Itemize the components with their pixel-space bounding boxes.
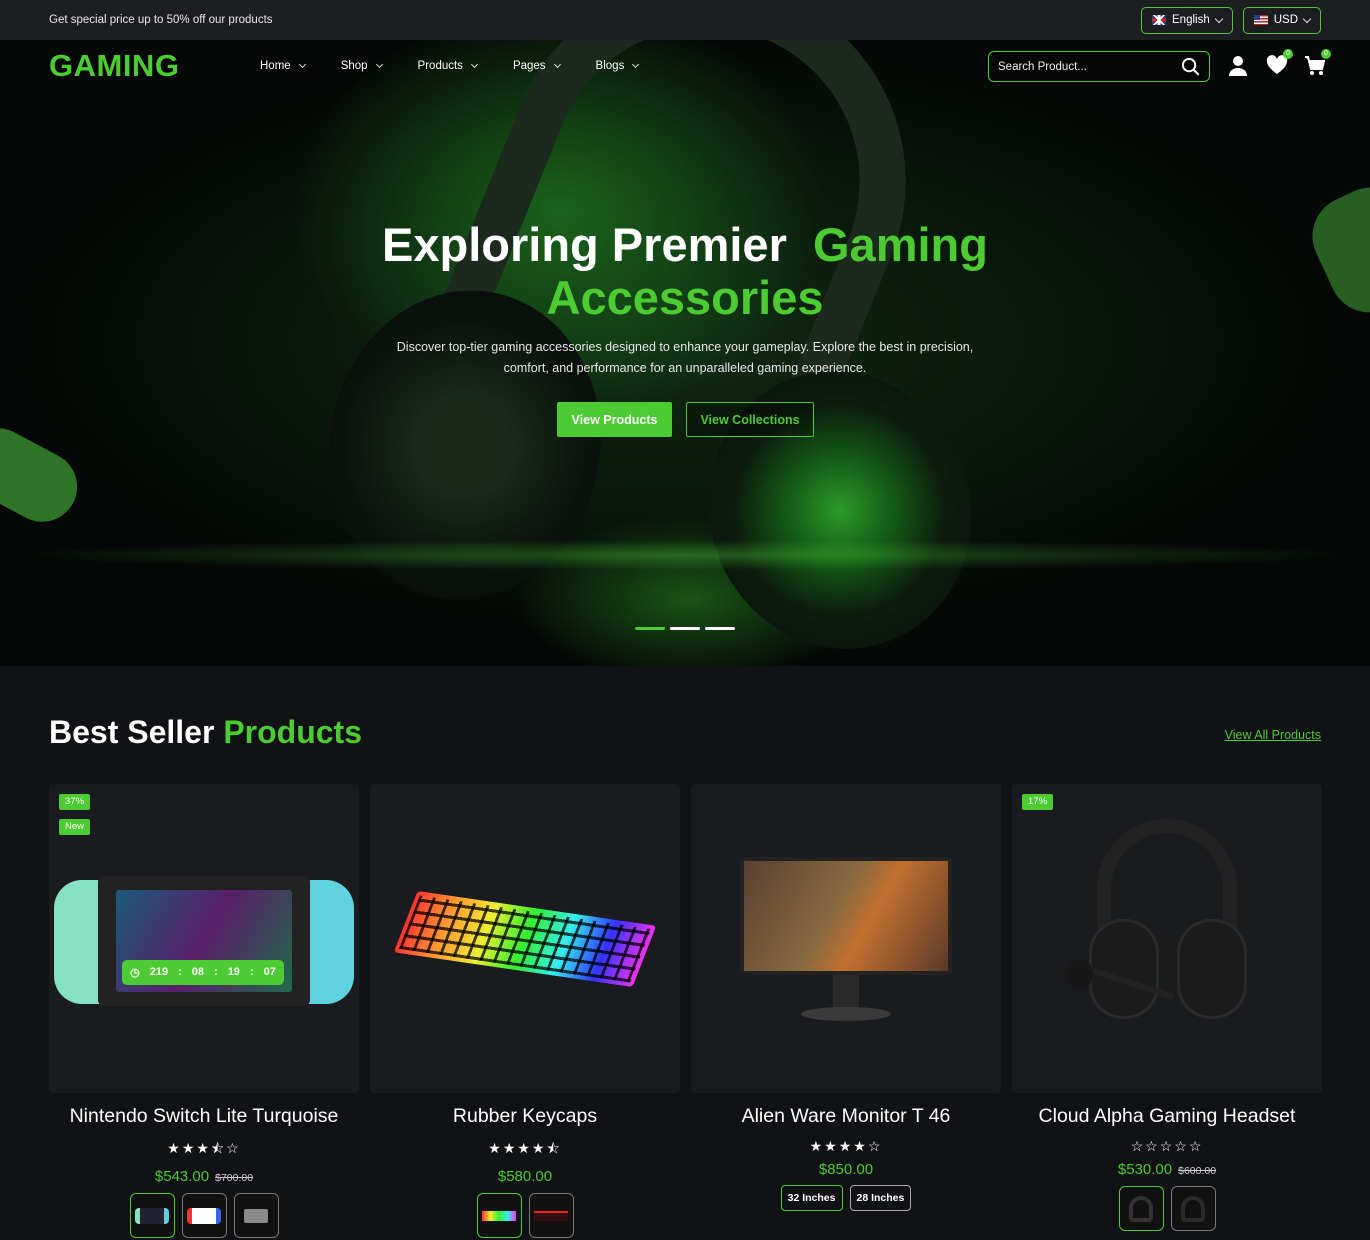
countdown-timer: ◷ 219: 08: 19: 07 [122, 959, 284, 985]
nav-item-pages[interactable]: Pages [513, 60, 561, 72]
rating-stars: ★★★★⯪ [488, 1140, 562, 1156]
hero-banner: GAMING Home Shop Products Pages Blogs 0 … [0, 40, 1370, 666]
chevron-down-icon [1214, 14, 1223, 23]
chevron-down-icon [1302, 14, 1312, 23]
nav-menu: Home Shop Products Pages Blogs [260, 60, 640, 72]
variant-thumbnails [370, 1193, 680, 1238]
product-name[interactable]: Nintendo Switch Lite Turquoise [49, 1105, 359, 1128]
wishlist-heart-icon[interactable]: 0 [1266, 49, 1293, 77]
product-card: 17% Cloud Alpha Gaming Headset ☆☆☆☆☆ $53… [1012, 784, 1322, 1238]
chevron-down-icon [298, 60, 306, 69]
monitor-image [740, 856, 952, 1021]
product-image[interactable]: 37% New ◷ 219: 08: 19: 07 [49, 784, 359, 1093]
hero-description: Discover top-tier gaming accessories des… [396, 340, 974, 375]
view-all-products-link[interactable]: View All Products [1225, 728, 1321, 742]
search-input[interactable] [998, 60, 1168, 73]
slider-dot[interactable] [670, 627, 700, 630]
user-account-icon[interactable] [1228, 55, 1250, 77]
search-bar [988, 51, 1210, 82]
nav-item-shop[interactable]: Shop [341, 60, 383, 72]
old-price: $700.00 [215, 1172, 254, 1184]
variant-thumbnails [1012, 1186, 1322, 1231]
product-price: $850.00 [818, 1161, 874, 1178]
switch-console-image: ◷ 219: 08: 19: 07 [54, 875, 354, 1006]
product-price: $580.00 [497, 1168, 553, 1185]
logo[interactable]: GAMING [49, 48, 260, 84]
uk-flag-icon [1152, 15, 1166, 25]
clock-icon: ◷ [130, 966, 140, 979]
rating-stars: ☆☆☆☆☆ [1130, 1138, 1204, 1154]
search-icon[interactable] [1181, 57, 1200, 76]
discount-badge: 17% [1022, 794, 1054, 810]
language-label: English [1172, 14, 1210, 26]
chevron-down-icon [375, 60, 383, 69]
product-price: $543.00 $700.00 [154, 1168, 254, 1185]
product-image[interactable] [691, 784, 1001, 1093]
product-card: 37% New ◷ 219: 08: 19: 07 Nintendo Switc… [49, 784, 359, 1238]
headset-image [1067, 809, 1267, 1069]
hero-title: Exploring Premier Gaming Accessories [382, 218, 988, 324]
cart-icon[interactable]: 0 [1304, 49, 1331, 77]
keyboard-image [393, 890, 657, 987]
chevron-down-icon [632, 60, 640, 69]
nav-item-products[interactable]: Products [418, 60, 478, 72]
product-grid: 37% New ◷ 219: 08: 19: 07 Nintendo Switc… [49, 784, 1322, 1238]
main-nav: GAMING Home Shop Products Pages Blogs 0 … [0, 40, 1370, 92]
old-price: $600.00 [1178, 1165, 1217, 1177]
nav-item-blogs[interactable]: Blogs [596, 60, 640, 72]
product-price: $530.00 $600.00 [1117, 1161, 1217, 1178]
rating-stars: ★★★★☆ [809, 1138, 883, 1154]
variant-thumbnail[interactable] [1118, 1186, 1164, 1231]
slider-dot[interactable] [705, 627, 735, 630]
view-products-button[interactable]: View Products [557, 402, 672, 437]
variant-thumbnail[interactable] [129, 1193, 175, 1238]
product-card: Rubber Keycaps ★★★★⯪ $580.00 [370, 784, 680, 1238]
top-bar: Get special price up to 50% off our prod… [0, 0, 1370, 40]
nav-item-home[interactable]: Home [260, 60, 306, 72]
currency-label: USD [1273, 14, 1298, 26]
variant-thumbnails [49, 1193, 359, 1238]
section-title: Best Seller Products [49, 714, 362, 750]
product-image[interactable]: 17% [1012, 784, 1322, 1093]
language-selector[interactable]: English [1141, 6, 1233, 34]
rating-stars: ★★★⯪☆ [167, 1140, 241, 1156]
size-options: 32 Inches 28 Inches [691, 1185, 1001, 1211]
wishlist-count-badge: 0 [1283, 49, 1293, 59]
size-option[interactable]: 32 Inches [780, 1185, 843, 1211]
hero-glow [0, 540, 1370, 570]
chevron-down-icon [553, 60, 561, 69]
variant-thumbnail[interactable] [1170, 1186, 1216, 1231]
size-option[interactable]: 28 Inches [849, 1185, 912, 1211]
new-badge: New [59, 819, 91, 835]
product-card: Alien Ware Monitor T 46 ★★★★☆ $850.00 32… [691, 784, 1001, 1238]
cart-count-badge: 0 [1321, 49, 1331, 59]
us-flag-icon [1253, 15, 1268, 25]
product-name[interactable]: Rubber Keycaps [370, 1105, 680, 1128]
discount-badge: 37% [59, 794, 91, 810]
gamepad-decoration-left [0, 415, 90, 535]
product-name[interactable]: Cloud Alpha Gaming Headset [1012, 1105, 1322, 1128]
view-collections-button[interactable]: View Collections [686, 402, 814, 437]
variant-thumbnail[interactable] [233, 1193, 279, 1238]
promo-text: Get special price up to 50% off our prod… [49, 14, 273, 26]
currency-selector[interactable]: USD [1242, 6, 1321, 34]
variant-thumbnail[interactable] [181, 1193, 227, 1238]
chevron-down-icon [470, 60, 478, 69]
product-image[interactable] [370, 784, 680, 1093]
slider-dots [635, 627, 735, 630]
slider-dot[interactable] [635, 627, 665, 630]
product-name[interactable]: Alien Ware Monitor T 46 [691, 1105, 1001, 1128]
variant-thumbnail[interactable] [528, 1193, 574, 1238]
variant-thumbnail[interactable] [476, 1193, 522, 1238]
